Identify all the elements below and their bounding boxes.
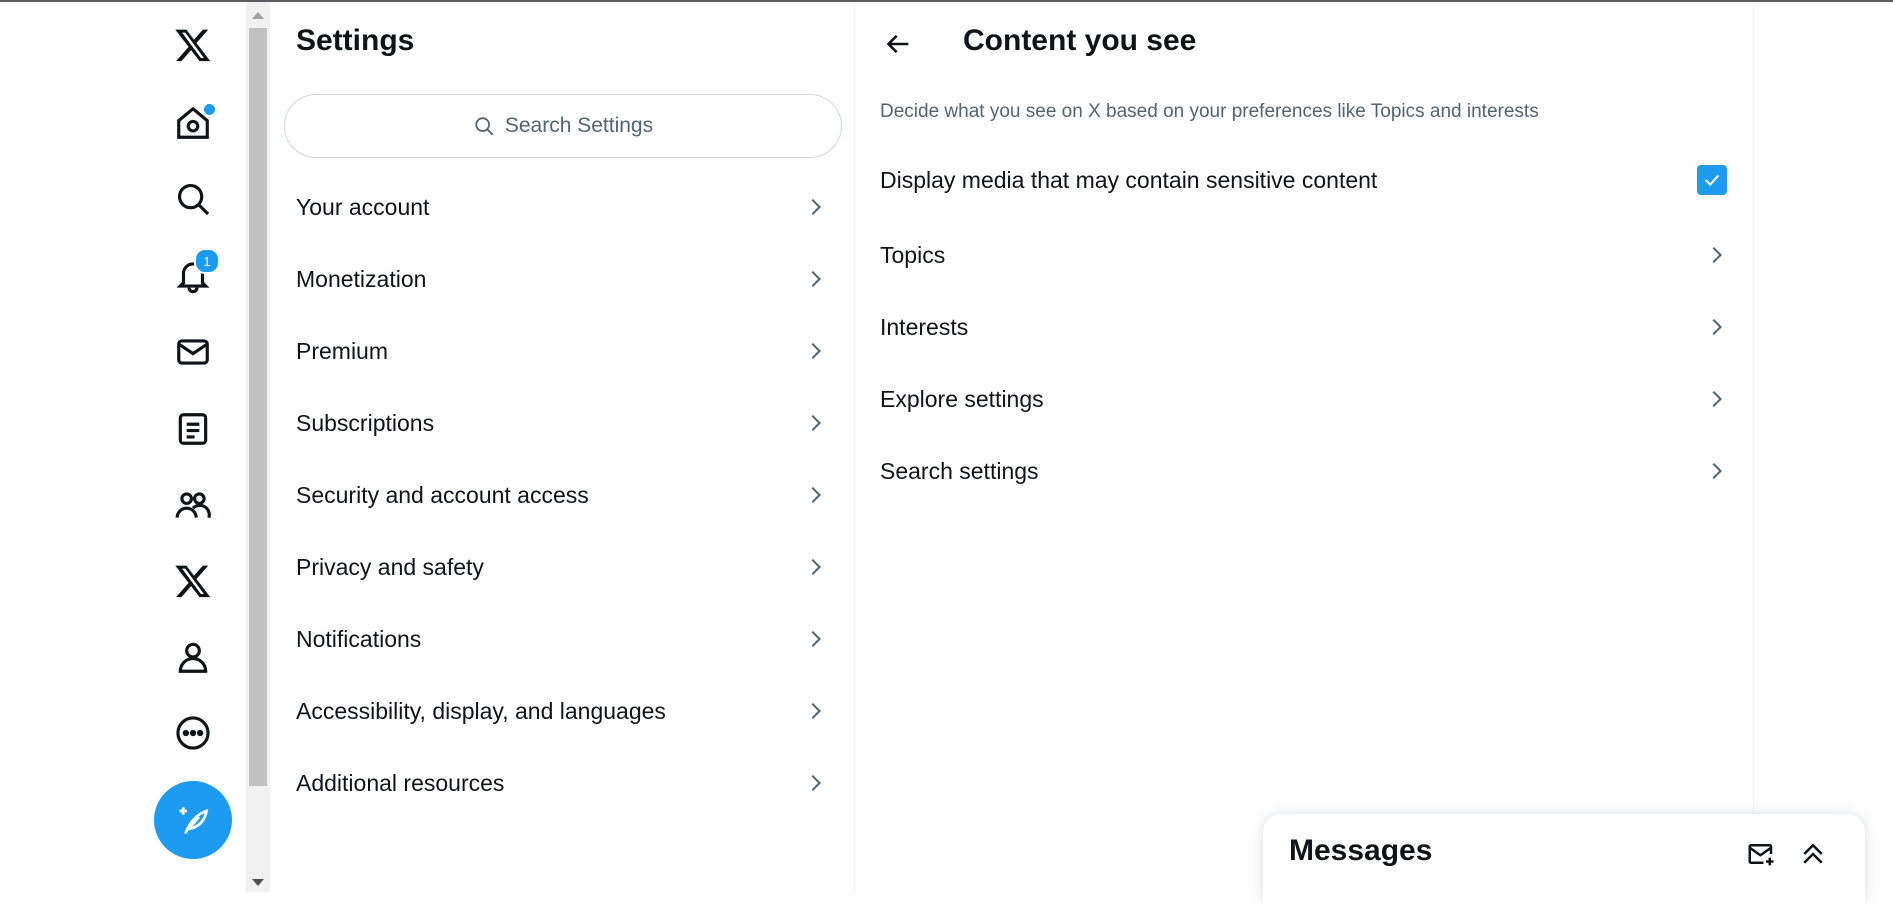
chevron-right-icon xyxy=(1712,246,1723,264)
settings-item-label: Monetization xyxy=(296,265,427,292)
settings-column: Settings Search Settings Your account Mo… xyxy=(270,2,855,892)
chevron-right-icon xyxy=(811,558,822,576)
messages-drawer-title: Messages xyxy=(1289,834,1433,867)
home-unread-dot xyxy=(202,102,217,117)
page-description: Decide what you see on X based on your p… xyxy=(880,101,1539,122)
content-row-label: Explore settings xyxy=(880,385,1044,412)
checkmark-icon xyxy=(1704,174,1720,187)
arrow-left-icon xyxy=(886,34,909,54)
content-row-label: Interests xyxy=(880,313,969,340)
content-row-explore-settings[interactable]: Explore settings xyxy=(855,363,1753,435)
settings-item-security[interactable]: Security and account access xyxy=(270,459,854,531)
content-you-see-panel: Content you see Decide what you see on X… xyxy=(855,2,1754,892)
chevron-right-icon xyxy=(811,270,822,288)
content-row-interests[interactable]: Interests xyxy=(855,291,1753,363)
settings-scrollbar[interactable] xyxy=(246,2,270,892)
messages-icon[interactable] xyxy=(170,329,216,375)
new-message-button[interactable] xyxy=(1745,838,1777,870)
chevron-right-icon xyxy=(811,702,822,720)
chevron-right-icon xyxy=(811,774,822,792)
settings-item-additional-resources[interactable]: Additional resources xyxy=(270,747,854,819)
chevron-right-icon xyxy=(811,414,822,432)
chevron-right-icon xyxy=(1712,462,1723,480)
settings-item-notifications[interactable]: Notifications xyxy=(270,603,854,675)
settings-item-subscriptions[interactable]: Subscriptions xyxy=(270,387,854,459)
scroll-up-arrow-icon[interactable] xyxy=(252,12,264,19)
content-row-topics[interactable]: Topics xyxy=(855,219,1753,291)
search-settings-input[interactable]: Search Settings xyxy=(284,94,842,158)
content-row-search-settings[interactable]: Search settings xyxy=(855,435,1753,507)
sensitive-media-toggle-row[interactable]: Display media that may contain sensitive… xyxy=(855,144,1753,216)
scroll-thumb[interactable] xyxy=(249,28,267,786)
settings-item-label: Privacy and safety xyxy=(296,553,484,580)
settings-item-accessibility[interactable]: Accessibility, display, and languages xyxy=(270,675,854,747)
explore-icon[interactable] xyxy=(170,176,216,222)
search-placeholder: Search Settings xyxy=(504,114,654,137)
chevron-right-icon xyxy=(811,630,822,648)
sensitive-media-checkbox[interactable] xyxy=(1697,165,1727,195)
communities-icon[interactable] xyxy=(170,482,216,528)
settings-item-label: Security and account access xyxy=(296,481,589,508)
settings-item-label: Additional resources xyxy=(296,769,505,796)
settings-item-your-account[interactable]: Your account xyxy=(270,171,854,243)
chevron-right-icon xyxy=(811,342,822,360)
chevron-right-icon xyxy=(811,486,822,504)
profile-icon[interactable] xyxy=(170,634,216,680)
primary-nav: 1 xyxy=(138,2,248,892)
more-icon[interactable] xyxy=(170,710,216,756)
page-title: Content you see xyxy=(963,24,1197,57)
content-row-label: Search settings xyxy=(880,457,1039,484)
settings-item-label: Your account xyxy=(296,193,430,220)
messages-drawer[interactable]: Messages xyxy=(1263,814,1865,904)
expand-drawer-button[interactable] xyxy=(1797,838,1829,870)
settings-item-label: Premium xyxy=(296,337,389,364)
compose-post-button[interactable] xyxy=(154,781,232,859)
double-chevron-up-icon xyxy=(1803,843,1823,864)
settings-item-label: Accessibility, display, and languages xyxy=(296,697,666,724)
x-logo-icon[interactable] xyxy=(170,22,216,68)
settings-item-label: Notifications xyxy=(296,625,422,652)
settings-title: Settings xyxy=(296,24,415,57)
chevron-right-icon xyxy=(1712,318,1723,336)
scroll-down-arrow-icon[interactable] xyxy=(252,879,264,886)
settings-item-label: Subscriptions xyxy=(296,409,435,436)
premium-icon[interactable] xyxy=(170,558,216,604)
settings-item-monetization[interactable]: Monetization xyxy=(270,243,854,315)
settings-item-premium[interactable]: Premium xyxy=(270,315,854,387)
settings-item-privacy[interactable]: Privacy and safety xyxy=(270,531,854,603)
compose-post-icon xyxy=(179,807,209,834)
chevron-right-icon xyxy=(811,198,822,216)
back-button[interactable] xyxy=(879,24,919,64)
search-icon xyxy=(475,117,494,136)
content-row-label: Topics xyxy=(880,241,946,268)
notifications-icon[interactable]: 1 xyxy=(170,248,220,298)
sensitive-media-label: Display media that may contain sensitive… xyxy=(880,166,1378,193)
home-icon[interactable] xyxy=(170,100,217,146)
notification-count-badge: 1 xyxy=(194,248,220,274)
chevron-right-icon xyxy=(1712,390,1723,408)
lists-icon[interactable] xyxy=(170,406,216,452)
new-message-icon xyxy=(1748,844,1774,866)
